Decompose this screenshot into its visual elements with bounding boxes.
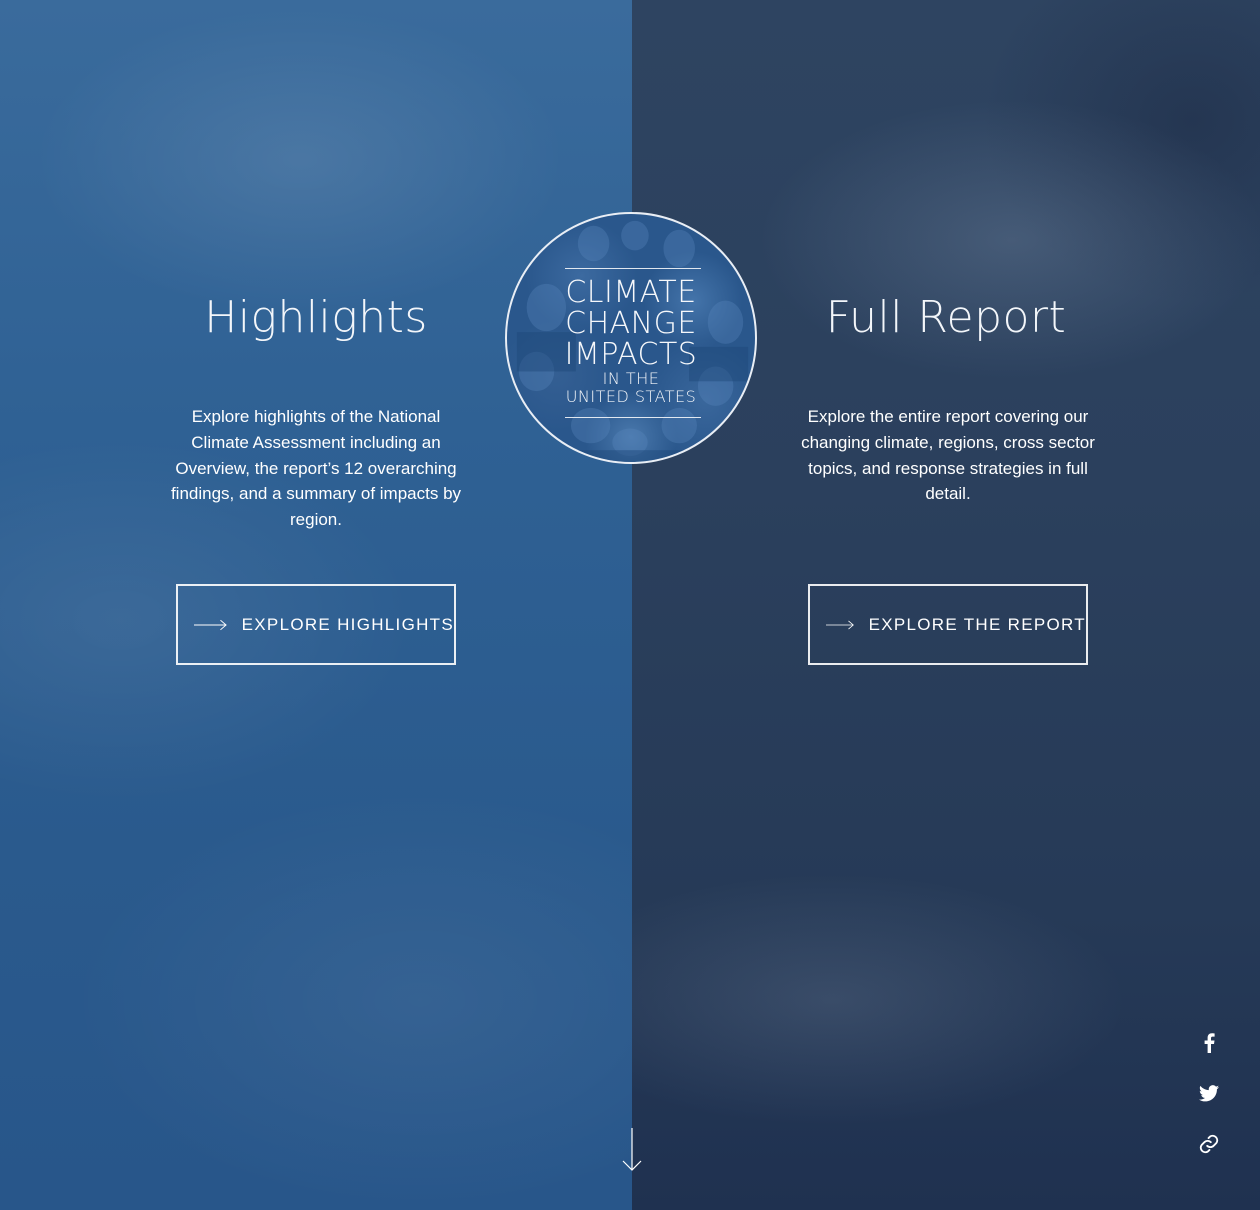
arrow-down-icon[interactable] xyxy=(621,1128,643,1172)
twitter-icon xyxy=(1199,1084,1219,1101)
explore-report-label: EXPLORE THE REPORT xyxy=(868,614,1086,634)
logo-bottom-rule xyxy=(565,417,701,418)
logo-line-impacts: IMPACTS xyxy=(564,337,698,372)
landing-page: Highlights Explore highlights of the Nat… xyxy=(0,0,1260,1210)
logo-text: CLIMATE CHANGE IMPACTS IN THE UNITED STA… xyxy=(507,214,755,462)
logo-line-in-the: IN THE xyxy=(602,369,660,388)
logo-line-change: CHANGE xyxy=(565,306,697,341)
arrow-right-icon xyxy=(194,619,227,630)
full-report-description: Explore the entire report covering our c… xyxy=(801,407,1095,504)
logo-line-united-states: UNITED STATES xyxy=(565,387,697,406)
highlights-description: Explore highlights of the National Clima… xyxy=(170,407,462,530)
logo-top-rule xyxy=(565,268,701,269)
copy-link-button[interactable] xyxy=(1196,1131,1222,1157)
facebook-icon xyxy=(1204,1033,1215,1053)
link-icon xyxy=(1199,1134,1219,1154)
facebook-share-button[interactable] xyxy=(1196,1030,1222,1056)
full-report-section: Full Report Explore the entire report co… xyxy=(632,0,1260,1210)
climate-report-logo[interactable]: CLIMATE CHANGE IMPACTS IN THE UNITED STA… xyxy=(505,212,757,464)
explore-highlights-button[interactable]: EXPLORE HIGHLIGHTS xyxy=(176,584,456,665)
explore-report-button[interactable]: EXPLORE THE REPORT xyxy=(808,584,1088,665)
arrow-right-icon xyxy=(826,620,854,629)
highlights-section: Highlights Explore highlights of the Nat… xyxy=(0,0,632,1210)
explore-highlights-label: EXPLORE HIGHLIGHTS xyxy=(241,614,454,634)
logo-line-climate: CLIMATE xyxy=(565,275,697,310)
twitter-share-button[interactable] xyxy=(1196,1080,1222,1106)
